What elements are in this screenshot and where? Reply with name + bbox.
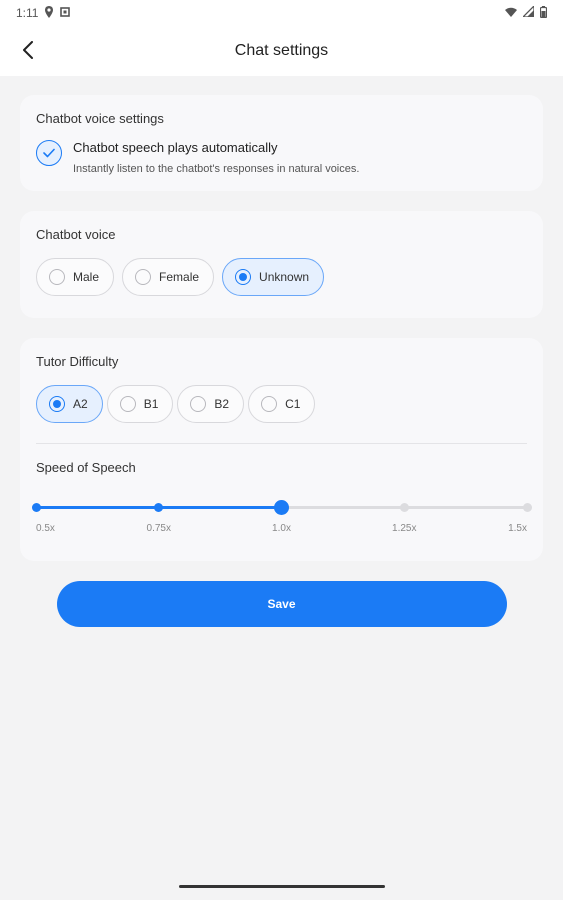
voice-option-female[interactable]: Female xyxy=(122,258,215,296)
radio-selected-icon xyxy=(235,269,252,285)
speed-label: 0.75x xyxy=(146,523,171,534)
speed-label: 1.5x xyxy=(508,523,527,534)
battery-icon xyxy=(539,5,548,21)
app-bar: Chat settings xyxy=(0,26,563,76)
voice-options: Male Female Unknown xyxy=(36,258,527,296)
radio-icon xyxy=(190,396,207,412)
radio-selected-icon xyxy=(49,396,65,412)
difficulty-option-label: B2 xyxy=(214,397,230,411)
page-title: Chat settings xyxy=(234,42,329,59)
difficulty-option-a2[interactable]: A2 xyxy=(36,385,103,423)
radio-icon xyxy=(49,269,65,285)
difficulty-option-label: C1 xyxy=(285,397,301,411)
back-button[interactable] xyxy=(16,38,40,62)
speed-labels: 0.5x 0.75x 1.0x 1.25x 1.5x xyxy=(36,523,527,537)
difficulty-option-label: A2 xyxy=(73,397,88,411)
speed-label: 1.0x xyxy=(272,523,291,534)
radio-icon xyxy=(119,396,136,412)
status-bar: 1:11 xyxy=(0,0,563,26)
voice-card-title: Chatbot voice xyxy=(36,227,116,242)
speed-label: 0.5x xyxy=(36,523,55,534)
voice-settings-title: Chatbot voice settings xyxy=(36,111,164,126)
difficulty-option-b1[interactable]: B1 xyxy=(106,385,174,423)
signal-icon xyxy=(521,4,535,20)
voice-option-unknown[interactable]: Unknown xyxy=(222,258,325,296)
voice-option-male[interactable]: Male xyxy=(36,258,115,296)
divider xyxy=(36,443,527,444)
slider-tick xyxy=(31,503,41,512)
voice-settings-card: Chatbot voice settings Chatbot speech pl… xyxy=(20,95,543,191)
auto-play-label: Chatbot speech plays automatically xyxy=(73,140,278,155)
back-arrow-icon xyxy=(23,41,33,59)
voice-option-label: Female xyxy=(159,270,200,284)
voice-card: Chatbot voice Male Female Unknown xyxy=(20,211,543,318)
status-time: 1:11 xyxy=(16,6,39,20)
difficulty-option-b2[interactable]: B2 xyxy=(177,385,245,423)
difficulty-options: A2 B1 B2 C1 xyxy=(36,385,527,423)
difficulty-card: Tutor Difficulty A2 B1 B2 C1 Speed of Sp… xyxy=(20,338,543,561)
home-indicator[interactable] xyxy=(178,885,385,888)
slider-tick xyxy=(399,503,409,512)
slider-tick xyxy=(522,503,532,512)
wifi-icon xyxy=(505,6,517,20)
auto-play-description: Instantly listen to the chatbot's respon… xyxy=(73,163,360,175)
slider-tick xyxy=(154,503,164,512)
notification-icon xyxy=(60,6,71,20)
voice-option-label: Unknown xyxy=(259,270,310,284)
save-button[interactable]: Save xyxy=(56,581,507,627)
location-icon xyxy=(44,5,54,21)
auto-play-row[interactable]: Chatbot speech plays automatically Insta… xyxy=(36,140,527,175)
speed-title: Speed of Speech xyxy=(36,460,136,475)
slider-thumb[interactable] xyxy=(274,500,289,515)
voice-option-label: Male xyxy=(73,270,100,284)
settings-content: Chatbot voice settings Chatbot speech pl… xyxy=(0,76,563,627)
speed-label: 1.25x xyxy=(392,523,417,534)
radio-icon xyxy=(135,269,152,285)
checkmark-icon xyxy=(43,148,55,158)
difficulty-option-label: B1 xyxy=(143,397,159,411)
difficulty-title: Tutor Difficulty xyxy=(36,354,119,369)
speed-slider[interactable] xyxy=(31,495,532,519)
difficulty-option-c1[interactable]: C1 xyxy=(248,385,316,423)
auto-play-checkbox[interactable] xyxy=(36,140,62,166)
radio-icon xyxy=(261,396,278,412)
